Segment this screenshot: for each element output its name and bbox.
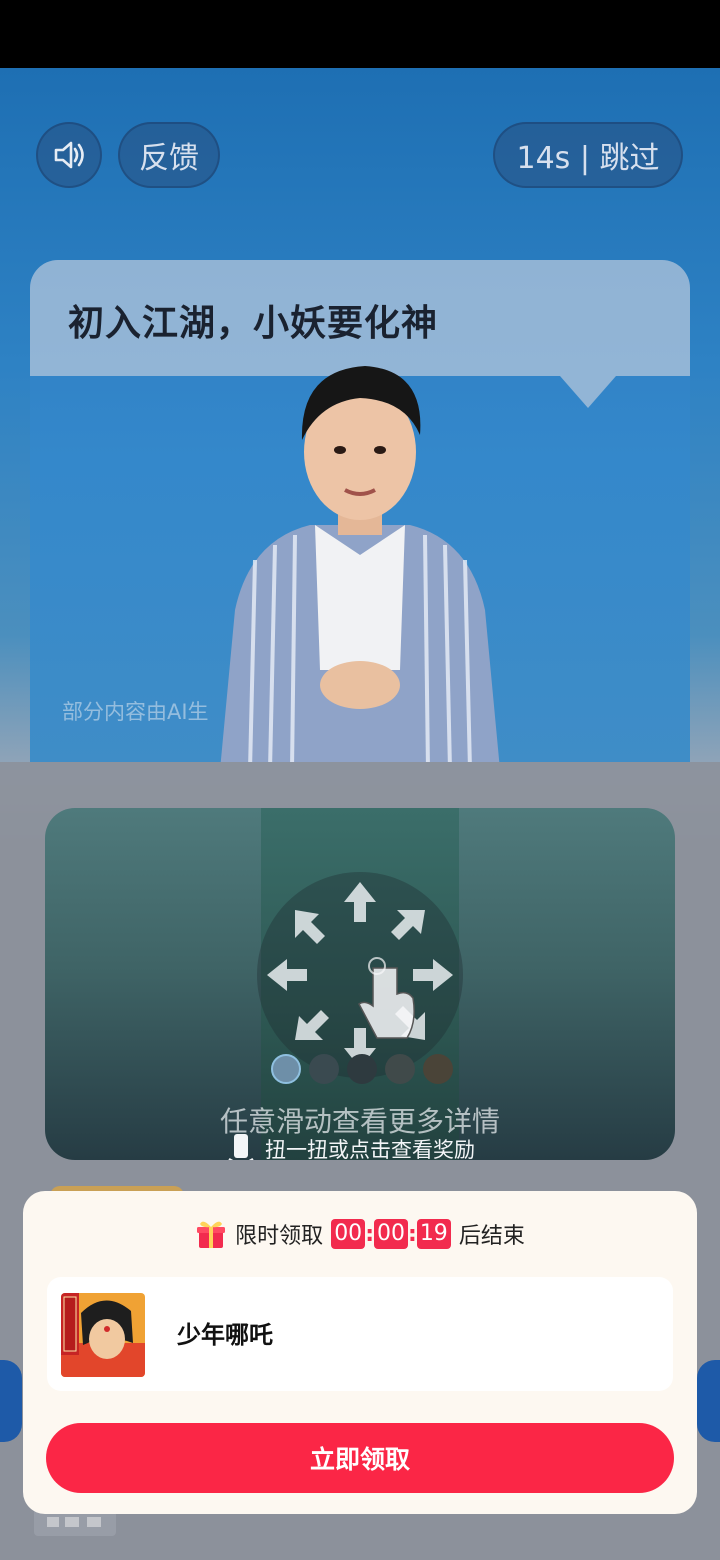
app-icon-artwork bbox=[61, 1293, 145, 1377]
timer-hours: 00 bbox=[331, 1219, 366, 1249]
phone-twist-icon bbox=[228, 1134, 254, 1160]
reward-sheet: 限时领取 00 : 00 : 19 后结束 少年哪吒 立即领取 bbox=[23, 1191, 697, 1514]
twist-hint-row: 扭一扭或点击查看奖励 bbox=[227, 1134, 475, 1160]
feedback-button[interactable]: 反馈 bbox=[118, 122, 220, 188]
app-info-row[interactable]: 少年哪吒 bbox=[47, 1277, 673, 1391]
speech-bubble-tail bbox=[560, 376, 616, 408]
skip-countdown-button[interactable]: 14s | 跳过 bbox=[493, 122, 683, 188]
avatar bbox=[271, 1054, 301, 1084]
avatar bbox=[423, 1054, 453, 1084]
timer-colon: : bbox=[408, 1221, 417, 1247]
timer-minutes: 00 bbox=[374, 1219, 408, 1249]
presenter-figure bbox=[220, 366, 500, 762]
twist-hint-text: 扭一扭或点击查看奖励 bbox=[265, 1138, 475, 1160]
swipe-interaction-card[interactable]: 任意滑动查看更多详情 扭一扭或点击查看奖励 bbox=[45, 808, 675, 1160]
limited-label: 限时领取 bbox=[235, 1224, 324, 1249]
video-title: 初入江湖，小妖要化神 bbox=[68, 303, 439, 344]
swipe-arrows-icon bbox=[267, 882, 453, 1068]
avatar bbox=[309, 1054, 339, 1084]
countdown-row: 限时领取 00 : 00 : 19 后结束 bbox=[23, 1217, 697, 1251]
claim-now-button[interactable]: 立即领取 bbox=[46, 1423, 674, 1493]
video-player[interactable]: 初入江湖，小妖要化神 部分内容由AI生 bbox=[30, 260, 690, 762]
speaker-icon bbox=[54, 141, 84, 169]
character-avatar-row bbox=[271, 1054, 453, 1084]
countdown-timer: 00 : 00 : 19 bbox=[331, 1219, 451, 1249]
app-icon bbox=[61, 1293, 145, 1377]
app-name: 少年哪吒 bbox=[177, 1321, 273, 1349]
ends-label: 后结束 bbox=[458, 1224, 525, 1249]
sound-toggle-button[interactable] bbox=[36, 122, 102, 188]
side-tab-right bbox=[697, 1360, 720, 1442]
gift-icon bbox=[197, 1221, 226, 1248]
timer-colon: : bbox=[365, 1221, 374, 1247]
side-tab-left bbox=[0, 1360, 22, 1442]
status-bar bbox=[0, 0, 720, 68]
avatar bbox=[347, 1054, 377, 1084]
timer-seconds: 19 bbox=[416, 1219, 451, 1249]
avatar bbox=[385, 1054, 415, 1084]
ad-badge-icon bbox=[47, 1517, 101, 1527]
